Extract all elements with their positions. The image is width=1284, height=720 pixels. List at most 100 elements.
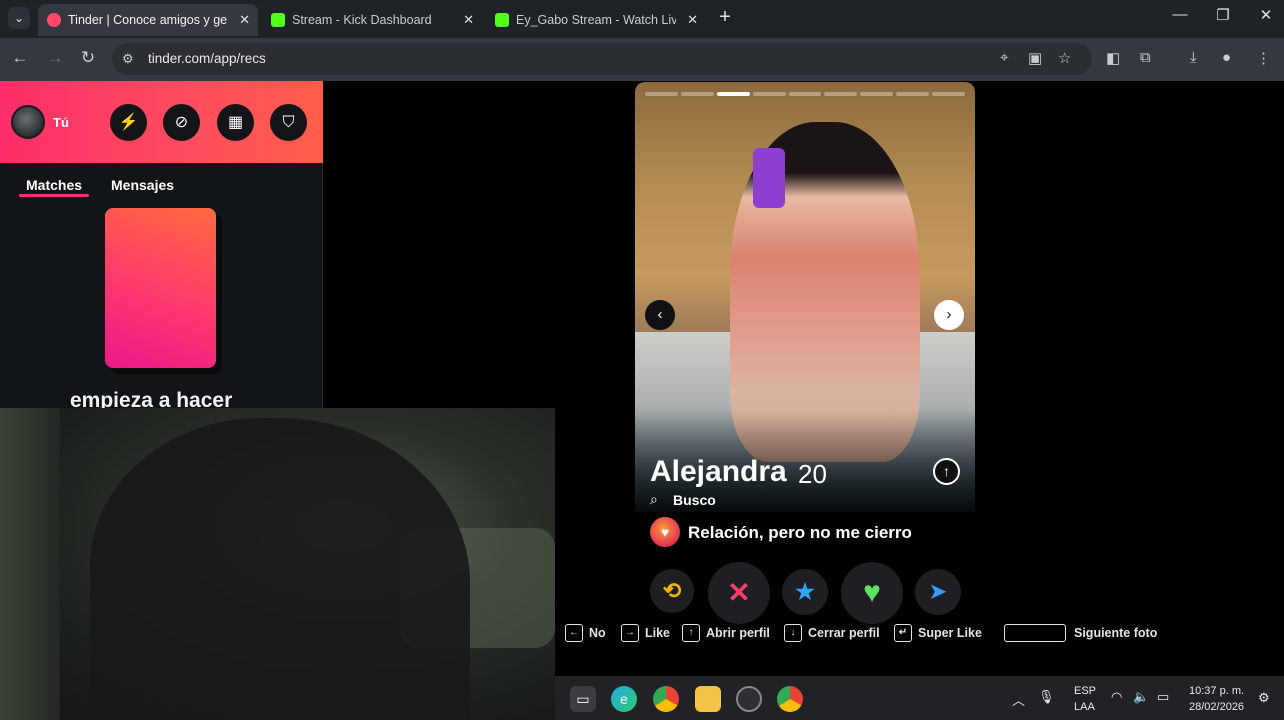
profile-card[interactable]: ‹ › Alejandra 20 ↑ ⌕ Busco ♥ Relación, p…	[635, 82, 975, 590]
heart-eyes-emoji-icon: ♥	[650, 517, 680, 547]
volume-icon[interactable]: 🔈	[1133, 689, 1149, 705]
shortcut-super-like: ↵ Super Like	[894, 624, 982, 642]
bookmark-star-icon[interactable]: ☆	[1058, 49, 1071, 67]
shortcut-label: Cerrar perfil	[808, 626, 880, 640]
profile-age: 20	[798, 459, 827, 489]
photo-phone	[753, 148, 785, 208]
tinder-sidebar: Tú ⚡ ⊘ ▦ ⛉ Matches Mensajes empieza a ha…	[0, 81, 323, 412]
briefcase-icon[interactable]: ▦	[217, 104, 254, 141]
super-like-button[interactable]: ★	[782, 569, 828, 615]
tab-tinder[interactable]: Tinder | Conoce amigos y gente ✕	[38, 4, 258, 36]
open-profile-button[interactable]: ↑	[933, 458, 960, 485]
tab-title: Stream - Kick Dashboard	[292, 13, 432, 27]
profile-name: Alejandra	[650, 455, 787, 488]
photo-progress-segment	[752, 92, 786, 96]
close-tab-icon[interactable]: ✕	[239, 4, 250, 36]
browser-toolbar: ← → ↻ ⚙ tinder.com/app/recs ⌖ ▣ ☆ ◧ ⧉ ⤓ …	[0, 38, 1284, 81]
tab-messages[interactable]: Mensajes	[111, 177, 174, 193]
reload-button[interactable]: ↻	[77, 48, 99, 68]
photo-progress-segment	[645, 92, 678, 96]
photo-progress-segment	[824, 92, 858, 96]
chrome-icon[interactable]	[653, 686, 679, 712]
arrow-down-key-icon: ↓	[784, 624, 802, 642]
close-tab-icon[interactable]: ✕	[463, 4, 474, 36]
previous-photo-button[interactable]: ‹	[645, 300, 675, 330]
minimize-button[interactable]: —	[1160, 6, 1200, 23]
extensions-puzzle-icon[interactable]: ⧉	[1140, 49, 1151, 66]
enter-key-icon: ↵	[894, 624, 912, 642]
back-button[interactable]: ←	[9, 48, 31, 68]
photo-progress-segment	[716, 92, 750, 96]
chevron-up-icon[interactable]: ︿	[1012, 690, 1025, 709]
explore-compass-icon[interactable]: ⊘	[163, 104, 200, 141]
wifi-icon[interactable]: ◠	[1111, 689, 1122, 705]
webcam-person	[90, 418, 470, 720]
microphone-icon[interactable]: 🎙	[1038, 689, 1055, 705]
location-icon[interactable]: ⌖	[1000, 49, 1008, 66]
tab-ey-gabo-stream[interactable]: Ey_Gabo Stream - Watch Live o ✕	[486, 4, 706, 36]
matches-placeholder-card	[105, 208, 216, 368]
boost-lightning-icon[interactable]: ⚡	[110, 104, 147, 141]
menu-kebab-icon[interactable]: ⋮	[1256, 49, 1271, 67]
battery-icon[interactable]: ▭	[1157, 689, 1169, 705]
chrome-profile-icon[interactable]	[777, 686, 803, 712]
shortcut-open-profile: ↑ Abrir perfil	[682, 624, 770, 642]
like-button[interactable]: ♥	[841, 562, 903, 624]
tab-matches[interactable]: Matches	[26, 177, 82, 193]
photo-progress-segment	[932, 92, 966, 96]
user-avatar[interactable]	[11, 105, 45, 139]
shortcut-label: Like	[645, 626, 671, 640]
photo-progress-segment	[680, 92, 714, 96]
boost-button[interactable]: ➤	[915, 569, 961, 615]
profile-avatar-icon[interactable]: ●	[1222, 49, 1231, 66]
next-photo-button[interactable]: ›	[934, 300, 964, 330]
tab-kick-dashboard[interactable]: Stream - Kick Dashboard ✕	[262, 4, 482, 36]
obs-icon[interactable]	[736, 686, 762, 712]
shortcut-label: Super Like	[918, 626, 982, 640]
photo-progress-bar	[645, 92, 966, 96]
download-icon[interactable]: ⤓	[1190, 49, 1197, 66]
task-view-icon[interactable]: ▭	[570, 686, 596, 712]
rewind-button[interactable]: ⟲	[650, 569, 694, 613]
extension-icon[interactable]: ◧	[1106, 49, 1120, 67]
tab-search-button[interactable]: ⌄	[8, 7, 30, 29]
active-tab-underline	[19, 194, 89, 197]
site-info-icon[interactable]: ⚙	[122, 51, 134, 67]
shortcut-like: → Like	[621, 624, 670, 642]
file-explorer-icon[interactable]	[695, 686, 721, 712]
nope-button[interactable]: ✕	[708, 562, 770, 624]
arrow-left-key-icon: ←	[565, 624, 583, 642]
close-tab-icon[interactable]: ✕	[687, 4, 698, 36]
edge-browser-icon[interactable]: e	[611, 686, 637, 712]
webcam-overlay	[0, 408, 555, 720]
clock-date[interactable]: 28/02/2026	[1189, 701, 1244, 713]
language-bottom[interactable]: LAA	[1074, 701, 1095, 713]
browser-tab-strip: ⌄ Tinder | Conoce amigos y gente ✕ Strea…	[0, 0, 1284, 38]
kick-favicon-icon	[495, 13, 509, 27]
photo-progress-segment	[860, 92, 894, 96]
photo-progress-segment	[896, 92, 930, 96]
forward-button[interactable]: →	[44, 48, 66, 68]
looking-for-label: Busco	[673, 492, 716, 508]
address-bar[interactable]: ⚙ tinder.com/app/recs ⌖ ▣ ☆	[112, 43, 1092, 75]
profile-photo[interactable]: ‹ ›	[635, 82, 975, 512]
relationship-intent: Relación, pero no me cierro	[688, 523, 912, 542]
language-top[interactable]: ESP	[1074, 685, 1096, 697]
new-tab-button[interactable]: +	[714, 6, 736, 29]
restore-button[interactable]: ❐	[1203, 6, 1243, 24]
shortcut-label: No	[589, 626, 606, 640]
url-text[interactable]: tinder.com/app/recs	[148, 51, 266, 66]
clock-time[interactable]: 10:37 p. m.	[1189, 685, 1244, 697]
close-window-button[interactable]: ✕	[1246, 6, 1284, 24]
arrow-up-key-icon: ↑	[682, 624, 700, 642]
shortcut-close-profile: ↓ Cerrar perfil	[784, 624, 880, 642]
cast-icon[interactable]: ▣	[1028, 49, 1042, 67]
webcam-background	[0, 408, 60, 720]
notification-icon[interactable]: ⚙	[1258, 690, 1270, 706]
photo-progress-segment	[788, 92, 822, 96]
sidebar-header: Tú ⚡ ⊘ ▦ ⛉	[0, 81, 323, 163]
shortcut-label: Siguiente foto	[1074, 626, 1158, 640]
user-label[interactable]: Tú	[53, 115, 69, 130]
safety-shield-icon[interactable]: ⛉	[270, 104, 307, 141]
space-key-icon	[1004, 624, 1066, 642]
